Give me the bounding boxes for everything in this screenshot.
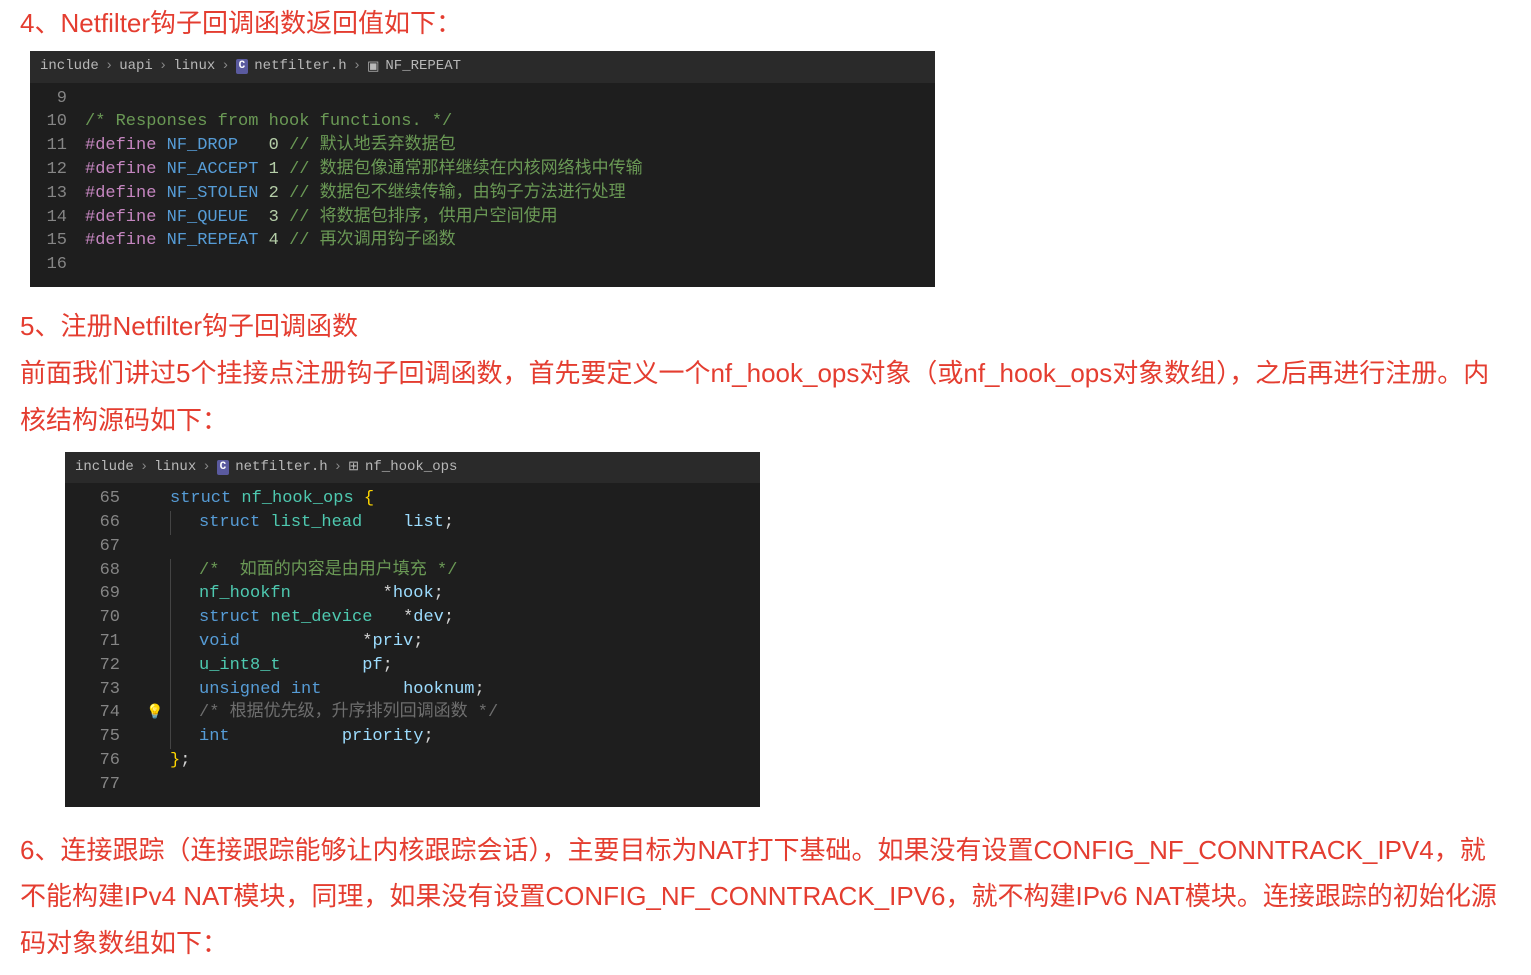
code-text[interactable]: #define NF_QUEUE 3 // 将数据包排序，供用户空间使用 <box>85 206 935 230</box>
breadcrumb-symbol[interactable]: NF_REPEAT <box>385 57 461 77</box>
code-text[interactable]: struct list_head list; <box>170 511 760 535</box>
breadcrumb-part[interactable]: uapi <box>119 57 153 77</box>
code-line[interactable]: 76}; <box>65 749 760 773</box>
section4-heading: 4、Netfilter钩子回调函数返回值如下： <box>20 4 1531 43</box>
chevron-right-icon: › <box>221 57 229 77</box>
code-line[interactable]: 71 void *priv; <box>65 630 760 654</box>
code-line[interactable]: 16 <box>30 253 935 277</box>
code-text[interactable]: }; <box>170 749 760 773</box>
code-line[interactable]: 74 💡 /* 根据优先级，升序排列回调函数 */ <box>65 701 760 725</box>
line-number: 72 <box>65 654 140 678</box>
breadcrumb-symbol[interactable]: nf_hook_ops <box>365 458 457 478</box>
code-text[interactable]: /* 根据优先级，升序排列回调函数 */ <box>170 701 760 725</box>
code-line[interactable]: 9 <box>30 87 935 111</box>
code-line[interactable]: 72 u_int8_t pf; <box>65 654 760 678</box>
breadcrumb-file[interactable]: netfilter.h <box>254 57 346 77</box>
line-number: 15 <box>30 229 85 253</box>
breadcrumb-part[interactable]: linux <box>173 57 215 77</box>
symbol-icon: ▣ <box>367 58 379 76</box>
code-line[interactable]: 77 <box>65 773 760 797</box>
code-line[interactable]: 11#define NF_DROP 0 // 默认地丢弃数据包 <box>30 134 935 158</box>
line-number: 74 <box>65 701 140 725</box>
code-text[interactable]: /* 如面的内容是由用户填充 */ <box>170 559 760 583</box>
code-line[interactable]: 75 int priority; <box>65 725 760 749</box>
code-line[interactable]: 67 <box>65 535 760 559</box>
gutter: 💡 <box>140 701 170 725</box>
line-number: 75 <box>65 725 140 749</box>
chevron-right-icon: › <box>334 458 342 478</box>
code-text[interactable]: u_int8_t pf; <box>170 654 760 678</box>
code-text[interactable]: struct nf_hook_ops { <box>170 487 760 511</box>
code-text[interactable]: struct net_device *dev; <box>170 606 760 630</box>
line-number: 73 <box>65 678 140 702</box>
chevron-right-icon: › <box>202 458 210 478</box>
code-content-2[interactable]: 65 struct nf_hook_ops { 66 struct list_head… <box>65 483 760 806</box>
c-file-icon: C <box>217 460 230 475</box>
struct-icon: ⊞ <box>348 458 359 476</box>
code-line[interactable]: 12#define NF_ACCEPT 1 // 数据包像通常那样继续在内核网络… <box>30 158 935 182</box>
section6-paragraph: 6、连接跟踪（连接跟踪能够让内核跟踪会话），主要目标为NAT打下基础。如果没有设… <box>20 827 1511 967</box>
code-block-1: include › uapi › linux › C netfilter.h ›… <box>30 51 935 287</box>
line-number: 14 <box>30 206 85 230</box>
chevron-right-icon: › <box>159 57 167 77</box>
line-number: 69 <box>65 582 140 606</box>
code-text[interactable]: /* Responses from hook functions. */ <box>85 110 935 134</box>
line-number: 71 <box>65 630 140 654</box>
line-number: 12 <box>30 158 85 182</box>
code-line[interactable]: 66 struct list_head list; <box>65 511 760 535</box>
line-number: 65 <box>65 487 140 511</box>
code-text[interactable]: #define NF_ACCEPT 1 // 数据包像通常那样继续在内核网络栈中… <box>85 158 935 182</box>
code-text[interactable]: void *priv; <box>170 630 760 654</box>
code-content-1[interactable]: 910/* Responses from hook functions. */1… <box>30 83 935 287</box>
code-text[interactable]: unsigned int hooknum; <box>170 678 760 702</box>
code-line[interactable]: 14#define NF_QUEUE 3 // 将数据包排序，供用户空间使用 <box>30 206 935 230</box>
breadcrumb-part[interactable]: linux <box>154 458 196 478</box>
code-text[interactable]: int priority; <box>170 725 760 749</box>
line-number: 13 <box>30 182 85 206</box>
code-line[interactable]: 73 unsigned int hooknum; <box>65 678 760 702</box>
line-number: 9 <box>30 87 85 111</box>
breadcrumb-2[interactable]: include › linux › C netfilter.h › ⊞ nf_h… <box>65 452 760 484</box>
line-number: 76 <box>65 749 140 773</box>
breadcrumb-part[interactable]: include <box>75 458 134 478</box>
code-line[interactable]: 13#define NF_STOLEN 2 // 数据包不继续传输，由钩子方法进… <box>30 182 935 206</box>
code-text[interactable]: #define NF_DROP 0 // 默认地丢弃数据包 <box>85 134 935 158</box>
breadcrumb-1[interactable]: include › uapi › linux › C netfilter.h ›… <box>30 51 935 83</box>
line-number: 66 <box>65 511 140 535</box>
code-line[interactable]: 10/* Responses from hook functions. */ <box>30 110 935 134</box>
code-line[interactable]: 68 /* 如面的内容是由用户填充 */ <box>65 559 760 583</box>
line-number: 67 <box>65 535 140 559</box>
code-line[interactable]: 70 struct net_device *dev; <box>65 606 760 630</box>
line-number: 70 <box>65 606 140 630</box>
section5-heading: 5、注册Netfilter钩子回调函数 <box>20 307 1531 346</box>
chevron-right-icon: › <box>353 57 361 77</box>
code-block-2: include › linux › C netfilter.h › ⊞ nf_h… <box>65 452 760 807</box>
breadcrumb-part[interactable]: include <box>40 57 99 77</box>
line-number: 11 <box>30 134 85 158</box>
code-line[interactable]: 69 nf_hookfn *hook; <box>65 582 760 606</box>
code-text[interactable]: #define NF_REPEAT 4 // 再次调用钩子函数 <box>85 229 935 253</box>
line-number: 10 <box>30 110 85 134</box>
lightbulb-icon[interactable]: 💡 <box>146 705 163 721</box>
line-number: 68 <box>65 559 140 583</box>
code-text[interactable]: #define NF_STOLEN 2 // 数据包不继续传输，由钩子方法进行处… <box>85 182 935 206</box>
code-line[interactable]: 65 struct nf_hook_ops { <box>65 487 760 511</box>
code-text[interactable]: nf_hookfn *hook; <box>170 582 760 606</box>
code-line[interactable]: 15#define NF_REPEAT 4 // 再次调用钩子函数 <box>30 229 935 253</box>
line-number: 77 <box>65 773 140 797</box>
chevron-right-icon: › <box>105 57 113 77</box>
section5-paragraph: 前面我们讲过5个挂接点注册钩子回调函数，首先要定义一个nf_hook_ops对象… <box>20 350 1511 444</box>
breadcrumb-file[interactable]: netfilter.h <box>235 458 327 478</box>
line-number: 16 <box>30 253 85 277</box>
chevron-right-icon: › <box>140 458 148 478</box>
c-file-icon: C <box>236 59 249 74</box>
